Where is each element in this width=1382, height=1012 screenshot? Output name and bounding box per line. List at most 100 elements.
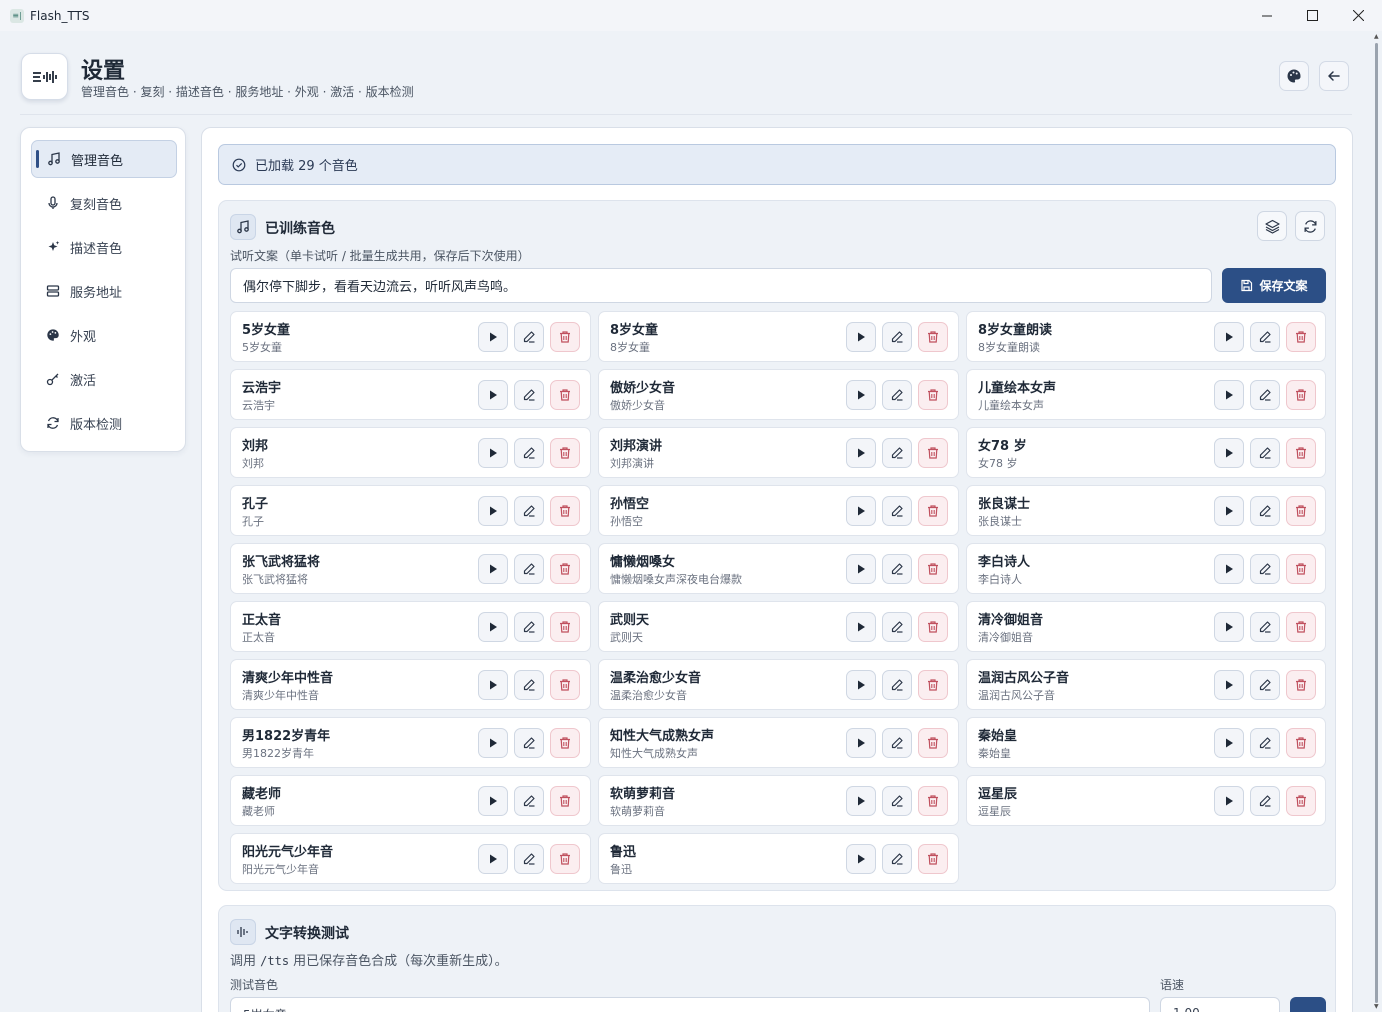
reload-voices-button[interactable] bbox=[1295, 211, 1325, 241]
sidebar-item-version-check[interactable]: 版本检测 bbox=[31, 404, 177, 442]
delete-button[interactable] bbox=[918, 322, 948, 352]
play-button[interactable] bbox=[1214, 554, 1244, 584]
delete-button[interactable] bbox=[550, 380, 580, 410]
play-button[interactable] bbox=[478, 786, 508, 816]
play-button[interactable] bbox=[478, 438, 508, 468]
edit-button[interactable] bbox=[514, 322, 544, 352]
delete-button[interactable] bbox=[1286, 728, 1316, 758]
edit-button[interactable] bbox=[882, 670, 912, 700]
sidebar-item-describe-voice[interactable]: 描述音色 bbox=[31, 228, 177, 266]
minimize-button[interactable] bbox=[1244, 0, 1290, 31]
delete-button[interactable] bbox=[550, 554, 580, 584]
sidebar-item-appearance[interactable]: 外观 bbox=[31, 316, 177, 354]
edit-button[interactable] bbox=[1250, 380, 1280, 410]
edit-button[interactable] bbox=[882, 438, 912, 468]
play-button[interactable] bbox=[846, 786, 876, 816]
delete-button[interactable] bbox=[1286, 670, 1316, 700]
play-button[interactable] bbox=[1214, 728, 1244, 758]
edit-button[interactable] bbox=[1250, 670, 1280, 700]
delete-button[interactable] bbox=[1286, 380, 1316, 410]
edit-button[interactable] bbox=[514, 380, 544, 410]
delete-button[interactable] bbox=[550, 670, 580, 700]
edit-button[interactable] bbox=[882, 612, 912, 642]
delete-button[interactable] bbox=[1286, 554, 1316, 584]
play-button[interactable] bbox=[846, 554, 876, 584]
scroll-down-icon[interactable]: ▼ bbox=[1374, 1003, 1379, 1010]
sidebar-item-activate[interactable]: 激活 bbox=[31, 360, 177, 398]
delete-button[interactable] bbox=[918, 380, 948, 410]
delete-button[interactable] bbox=[918, 844, 948, 874]
play-button[interactable] bbox=[1214, 786, 1244, 816]
edit-button[interactable] bbox=[514, 844, 544, 874]
delete-button[interactable] bbox=[550, 844, 580, 874]
scrollbar-thumb[interactable] bbox=[1375, 43, 1378, 1003]
play-button[interactable] bbox=[846, 844, 876, 874]
edit-button[interactable] bbox=[1250, 612, 1280, 642]
play-button[interactable] bbox=[846, 496, 876, 526]
edit-button[interactable] bbox=[882, 322, 912, 352]
edit-button[interactable] bbox=[882, 728, 912, 758]
delete-button[interactable] bbox=[918, 612, 948, 642]
speed-select[interactable]: 1.00 bbox=[1160, 997, 1280, 1012]
play-button[interactable] bbox=[478, 322, 508, 352]
play-button[interactable] bbox=[1214, 380, 1244, 410]
play-button[interactable] bbox=[478, 554, 508, 584]
edit-button[interactable] bbox=[514, 438, 544, 468]
play-button[interactable] bbox=[846, 438, 876, 468]
play-button[interactable] bbox=[478, 496, 508, 526]
delete-button[interactable] bbox=[550, 786, 580, 816]
delete-button[interactable] bbox=[918, 438, 948, 468]
back-button[interactable] bbox=[1319, 61, 1349, 91]
play-button[interactable] bbox=[846, 612, 876, 642]
play-button[interactable] bbox=[846, 322, 876, 352]
sidebar-item-clone-voice[interactable]: 复刻音色 bbox=[31, 184, 177, 222]
play-button[interactable] bbox=[478, 728, 508, 758]
close-button[interactable] bbox=[1335, 0, 1381, 31]
delete-button[interactable] bbox=[918, 554, 948, 584]
delete-button[interactable] bbox=[918, 670, 948, 700]
play-button[interactable] bbox=[1214, 438, 1244, 468]
sidebar-item-manage-voices[interactable]: 管理音色 bbox=[31, 140, 177, 178]
edit-button[interactable] bbox=[514, 786, 544, 816]
delete-button[interactable] bbox=[1286, 612, 1316, 642]
play-button[interactable] bbox=[1214, 496, 1244, 526]
edit-button[interactable] bbox=[1250, 728, 1280, 758]
delete-button[interactable] bbox=[1286, 496, 1316, 526]
preview-text-input[interactable]: 偶尔停下脚步，看看天边流云，听听风声鸟鸣。 bbox=[230, 268, 1212, 303]
delete-button[interactable] bbox=[550, 728, 580, 758]
sidebar-item-service-url[interactable]: 服务地址 bbox=[31, 272, 177, 310]
delete-button[interactable] bbox=[550, 438, 580, 468]
delete-button[interactable] bbox=[550, 322, 580, 352]
edit-button[interactable] bbox=[514, 554, 544, 584]
delete-button[interactable] bbox=[1286, 786, 1316, 816]
delete-button[interactable] bbox=[1286, 322, 1316, 352]
edit-button[interactable] bbox=[514, 612, 544, 642]
play-button[interactable] bbox=[846, 670, 876, 700]
play-button[interactable] bbox=[846, 380, 876, 410]
play-button[interactable] bbox=[846, 728, 876, 758]
edit-button[interactable] bbox=[882, 844, 912, 874]
edit-button[interactable] bbox=[882, 496, 912, 526]
theme-button[interactable] bbox=[1279, 61, 1309, 91]
play-button[interactable] bbox=[478, 844, 508, 874]
window-scrollbar[interactable]: ▲ ▼ bbox=[1372, 31, 1382, 1012]
edit-button[interactable] bbox=[882, 554, 912, 584]
delete-button[interactable] bbox=[918, 496, 948, 526]
edit-button[interactable] bbox=[882, 786, 912, 816]
edit-button[interactable] bbox=[882, 380, 912, 410]
save-text-button[interactable]: 保存文案 bbox=[1222, 268, 1326, 303]
edit-button[interactable] bbox=[514, 496, 544, 526]
edit-button[interactable] bbox=[1250, 554, 1280, 584]
play-button[interactable] bbox=[1214, 670, 1244, 700]
edit-button[interactable] bbox=[1250, 496, 1280, 526]
test-voice-select[interactable]: 5岁女童 bbox=[230, 997, 1150, 1012]
synthesize-button[interactable] bbox=[1290, 997, 1326, 1012]
play-button[interactable] bbox=[1214, 322, 1244, 352]
edit-button[interactable] bbox=[1250, 322, 1280, 352]
delete-button[interactable] bbox=[918, 786, 948, 816]
edit-button[interactable] bbox=[514, 728, 544, 758]
delete-button[interactable] bbox=[550, 496, 580, 526]
play-button[interactable] bbox=[1214, 612, 1244, 642]
play-button[interactable] bbox=[478, 380, 508, 410]
play-button[interactable] bbox=[478, 670, 508, 700]
